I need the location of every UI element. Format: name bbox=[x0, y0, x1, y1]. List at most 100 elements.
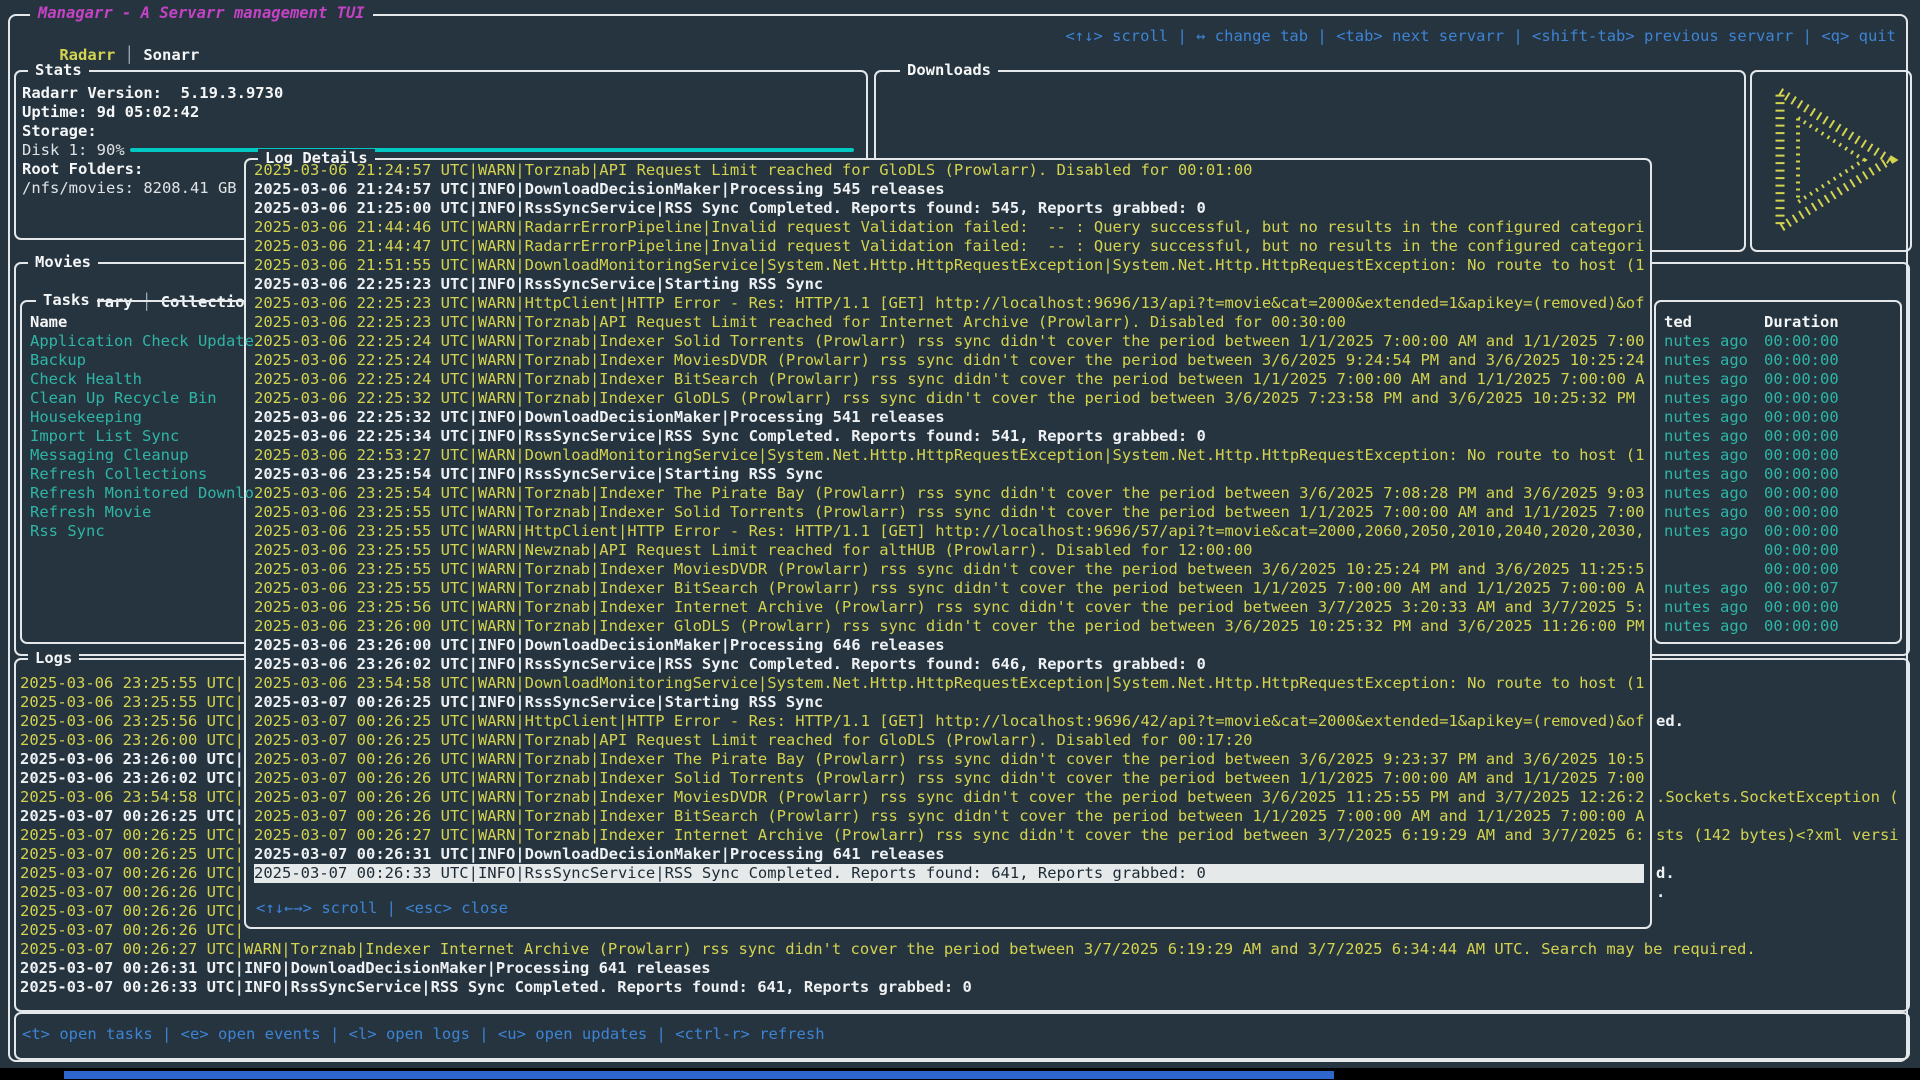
log-details-lines[interactable]: 2025-03-06 21:24:57 UTC|WARN|Torznab|API… bbox=[254, 161, 1644, 896]
log-row[interactable]: 2025-03-07 00:26:26 UTC| bbox=[20, 921, 242, 940]
task-row[interactable]: Refresh Monitored Downlo bbox=[30, 484, 254, 503]
queue-row-started[interactable]: nutes ago bbox=[1664, 598, 1748, 617]
log-row[interactable]: 2025-03-07 00:26:25 UTC| bbox=[20, 826, 242, 845]
queue-row-started[interactable]: nutes ago bbox=[1664, 484, 1748, 503]
log-detail-line[interactable]: 2025-03-06 22:25:32 UTC|WARN|Torznab|Ind… bbox=[254, 389, 1644, 408]
log-row[interactable]: 2025-03-06 23:26:00 UTC| bbox=[20, 750, 242, 769]
queue-row-duration[interactable]: 00:00:00 bbox=[1764, 560, 1839, 579]
log-detail-line[interactable]: 2025-03-07 00:26:27 UTC|WARN|Torznab|Ind… bbox=[254, 826, 1644, 845]
log-detail-line[interactable]: 2025-03-06 22:25:24 UTC|WARN|Torznab|Ind… bbox=[254, 332, 1644, 351]
log-row[interactable]: 2025-03-07 00:26:25 UTC| bbox=[20, 845, 242, 864]
queue-row-duration[interactable]: 00:00:00 bbox=[1764, 370, 1839, 389]
log-detail-line[interactable]: 2025-03-06 21:44:47 UTC|WARN|RadarrError… bbox=[254, 237, 1644, 256]
queue-row-started[interactable]: nutes ago bbox=[1664, 370, 1748, 389]
log-detail-line[interactable]: 2025-03-06 22:25:24 UTC|WARN|Torznab|Ind… bbox=[254, 370, 1644, 389]
top-keybind-hints: <↑↓> scroll | ↔ change tab | <tab> next … bbox=[1065, 27, 1896, 46]
queue-row-started[interactable]: nutes ago bbox=[1664, 446, 1748, 465]
queue-row-started[interactable]: nutes ago bbox=[1664, 617, 1748, 636]
stats-uptime: Uptime: 9d 05:02:42 bbox=[22, 103, 199, 122]
log-detail-line[interactable]: 2025-03-06 22:25:24 UTC|WARN|Torznab|Ind… bbox=[254, 351, 1644, 370]
log-detail-line[interactable]: 2025-03-07 00:26:25 UTC|WARN|HttpClient|… bbox=[254, 712, 1644, 731]
log-detail-line[interactable]: 2025-03-06 23:25:55 UTC|WARN|Newznab|API… bbox=[254, 541, 1644, 560]
task-row[interactable]: Clean Up Recycle Bin bbox=[30, 389, 217, 408]
log-detail-line[interactable]: 2025-03-06 22:25:34 UTC|INFO|RssSyncServ… bbox=[254, 427, 1644, 446]
queue-row-duration[interactable]: 00:00:00 bbox=[1764, 408, 1839, 427]
queue-row-started[interactable]: nutes ago bbox=[1664, 503, 1748, 522]
log-row[interactable]: 2025-03-06 23:54:58 UTC| bbox=[20, 788, 242, 807]
tab-sonarr[interactable]: Sonarr bbox=[143, 46, 199, 64]
queue-row-started[interactable]: nutes ago bbox=[1664, 522, 1748, 541]
log-detail-line[interactable]: 2025-03-07 00:26:26 UTC|WARN|Torznab|Ind… bbox=[254, 788, 1644, 807]
log-detail-line[interactable]: 2025-03-06 21:24:57 UTC|WARN|Torznab|API… bbox=[254, 161, 1644, 180]
log-detail-line[interactable]: 2025-03-06 22:53:27 UTC|WARN|DownloadMon… bbox=[254, 446, 1644, 465]
queue-row-duration[interactable]: 00:00:00 bbox=[1764, 351, 1839, 370]
log-row[interactable]: 2025-03-06 23:26:02 UTC| bbox=[20, 769, 242, 788]
queue-row-duration[interactable]: 00:00:00 bbox=[1764, 465, 1839, 484]
log-detail-line-selected[interactable]: 2025-03-07 00:26:33 UTC|INFO|RssSyncServ… bbox=[254, 864, 1644, 883]
log-detail-line[interactable]: 2025-03-07 00:26:31 UTC|INFO|DownloadDec… bbox=[254, 845, 1644, 864]
log-detail-line[interactable]: 2025-03-06 23:26:00 UTC|WARN|Torznab|Ind… bbox=[254, 617, 1644, 636]
log-row[interactable]: 2025-03-07 00:26:26 UTC| bbox=[20, 864, 242, 883]
log-detail-line[interactable]: 2025-03-07 00:26:26 UTC|WARN|Torznab|Ind… bbox=[254, 750, 1644, 769]
log-row[interactable]: 2025-03-07 00:26:27 UTC|WARN|Torznab|Ind… bbox=[20, 940, 1896, 959]
log-detail-line[interactable]: 2025-03-06 22:25:23 UTC|INFO|RssSyncServ… bbox=[254, 275, 1644, 294]
log-row[interactable]: 2025-03-06 23:25:56 UTC| bbox=[20, 712, 242, 731]
task-row[interactable]: Import List Sync bbox=[30, 427, 179, 446]
log-detail-line[interactable]: 2025-03-06 22:25:23 UTC|WARN|HttpClient|… bbox=[254, 294, 1644, 313]
log-row[interactable]: 2025-03-07 00:26:33 UTC|INFO|RssSyncServ… bbox=[20, 978, 1896, 997]
queue-row-duration[interactable]: 00:00:00 bbox=[1764, 427, 1839, 446]
log-detail-line[interactable]: 2025-03-06 23:25:54 UTC|INFO|RssSyncServ… bbox=[254, 465, 1644, 484]
task-row[interactable]: Messaging Cleanup bbox=[30, 446, 189, 465]
log-row[interactable]: 2025-03-06 23:25:55 UTC| bbox=[20, 674, 242, 693]
task-row[interactable]: Refresh Movie bbox=[30, 503, 151, 522]
queue-row-started[interactable]: nutes ago bbox=[1664, 332, 1748, 351]
queue-row-duration[interactable]: 00:00:00 bbox=[1764, 598, 1839, 617]
log-detail-line[interactable]: 2025-03-06 21:25:00 UTC|INFO|RssSyncServ… bbox=[254, 199, 1644, 218]
log-detail-line[interactable]: 2025-03-06 22:25:23 UTC|WARN|Torznab|API… bbox=[254, 313, 1644, 332]
queue-row-duration[interactable]: 00:00:00 bbox=[1764, 503, 1839, 522]
task-row[interactable]: Rss Sync bbox=[30, 522, 105, 541]
log-row[interactable]: 2025-03-06 23:26:00 UTC| bbox=[20, 731, 242, 750]
log-detail-line[interactable]: 2025-03-06 22:25:32 UTC|INFO|DownloadDec… bbox=[254, 408, 1644, 427]
log-row[interactable]: 2025-03-07 00:26:26 UTC| bbox=[20, 902, 242, 921]
log-row[interactable]: 2025-03-06 23:25:55 UTC| bbox=[20, 693, 242, 712]
log-row[interactable]: 2025-03-07 00:26:26 UTC| bbox=[20, 883, 242, 902]
queue-row-duration[interactable]: 00:00:00 bbox=[1764, 522, 1839, 541]
log-detail-line[interactable]: 2025-03-06 23:25:56 UTC|WARN|Torznab|Ind… bbox=[254, 598, 1644, 617]
queue-row-started[interactable]: nutes ago bbox=[1664, 389, 1748, 408]
log-detail-line[interactable]: 2025-03-06 21:24:57 UTC|INFO|DownloadDec… bbox=[254, 180, 1644, 199]
log-detail-line[interactable]: 2025-03-06 23:25:55 UTC|WARN|Torznab|Ind… bbox=[254, 579, 1644, 598]
queue-row-duration[interactable]: 00:00:00 bbox=[1764, 389, 1839, 408]
queue-row-duration[interactable]: 00:00:00 bbox=[1764, 332, 1839, 351]
queue-row-duration[interactable]: 00:00:00 bbox=[1764, 446, 1839, 465]
queue-row-duration[interactable]: 00:00:07 bbox=[1764, 579, 1839, 598]
log-detail-line[interactable]: 2025-03-06 23:26:02 UTC|INFO|RssSyncServ… bbox=[254, 655, 1644, 674]
queue-row-started[interactable]: nutes ago bbox=[1664, 579, 1748, 598]
log-detail-line[interactable]: 2025-03-06 21:51:55 UTC|WARN|DownloadMon… bbox=[254, 256, 1644, 275]
queue-row-duration[interactable]: 00:00:00 bbox=[1764, 541, 1839, 560]
queue-row-started[interactable]: nutes ago bbox=[1664, 351, 1748, 370]
log-detail-line[interactable]: 2025-03-06 21:44:46 UTC|WARN|RadarrError… bbox=[254, 218, 1644, 237]
queue-row-started[interactable]: nutes ago bbox=[1664, 465, 1748, 484]
log-row[interactable]: 2025-03-07 00:26:31 UTC|INFO|DownloadDec… bbox=[20, 959, 1896, 978]
log-detail-line[interactable]: 2025-03-06 23:54:58 UTC|WARN|DownloadMon… bbox=[254, 674, 1644, 693]
task-row[interactable]: Refresh Collections bbox=[30, 465, 207, 484]
log-detail-line[interactable]: 2025-03-07 00:26:25 UTC|WARN|Torznab|API… bbox=[254, 731, 1644, 750]
queue-row-started[interactable]: nutes ago bbox=[1664, 408, 1748, 427]
log-detail-line[interactable]: 2025-03-06 23:25:55 UTC|WARN|Torznab|Ind… bbox=[254, 503, 1644, 522]
log-detail-line[interactable]: 2025-03-07 00:26:26 UTC|WARN|Torznab|Ind… bbox=[254, 769, 1644, 788]
log-detail-line[interactable]: 2025-03-06 23:25:55 UTC|WARN|Torznab|Ind… bbox=[254, 560, 1644, 579]
queue-row-started[interactable]: nutes ago bbox=[1664, 427, 1748, 446]
log-detail-line[interactable]: 2025-03-06 23:25:55 UTC|WARN|HttpClient|… bbox=[254, 522, 1644, 541]
task-row[interactable]: Check Health bbox=[30, 370, 142, 389]
log-row[interactable]: 2025-03-07 00:26:25 UTC| bbox=[20, 807, 242, 826]
log-detail-line[interactable]: 2025-03-06 23:25:54 UTC|WARN|Torznab|Ind… bbox=[254, 484, 1644, 503]
task-row[interactable]: Application Check Update bbox=[30, 332, 254, 351]
log-detail-line[interactable]: 2025-03-07 00:26:26 UTC|WARN|Torznab|Ind… bbox=[254, 807, 1644, 826]
log-detail-line[interactable]: 2025-03-07 00:26:25 UTC|INFO|RssSyncServ… bbox=[254, 693, 1644, 712]
log-detail-line[interactable]: 2025-03-06 23:26:00 UTC|INFO|DownloadDec… bbox=[254, 636, 1644, 655]
task-row[interactable]: Housekeeping bbox=[30, 408, 142, 427]
queue-row-duration[interactable]: 00:00:00 bbox=[1764, 617, 1839, 636]
task-row[interactable]: Backup bbox=[30, 351, 86, 370]
queue-row-duration[interactable]: 00:00:00 bbox=[1764, 484, 1839, 503]
